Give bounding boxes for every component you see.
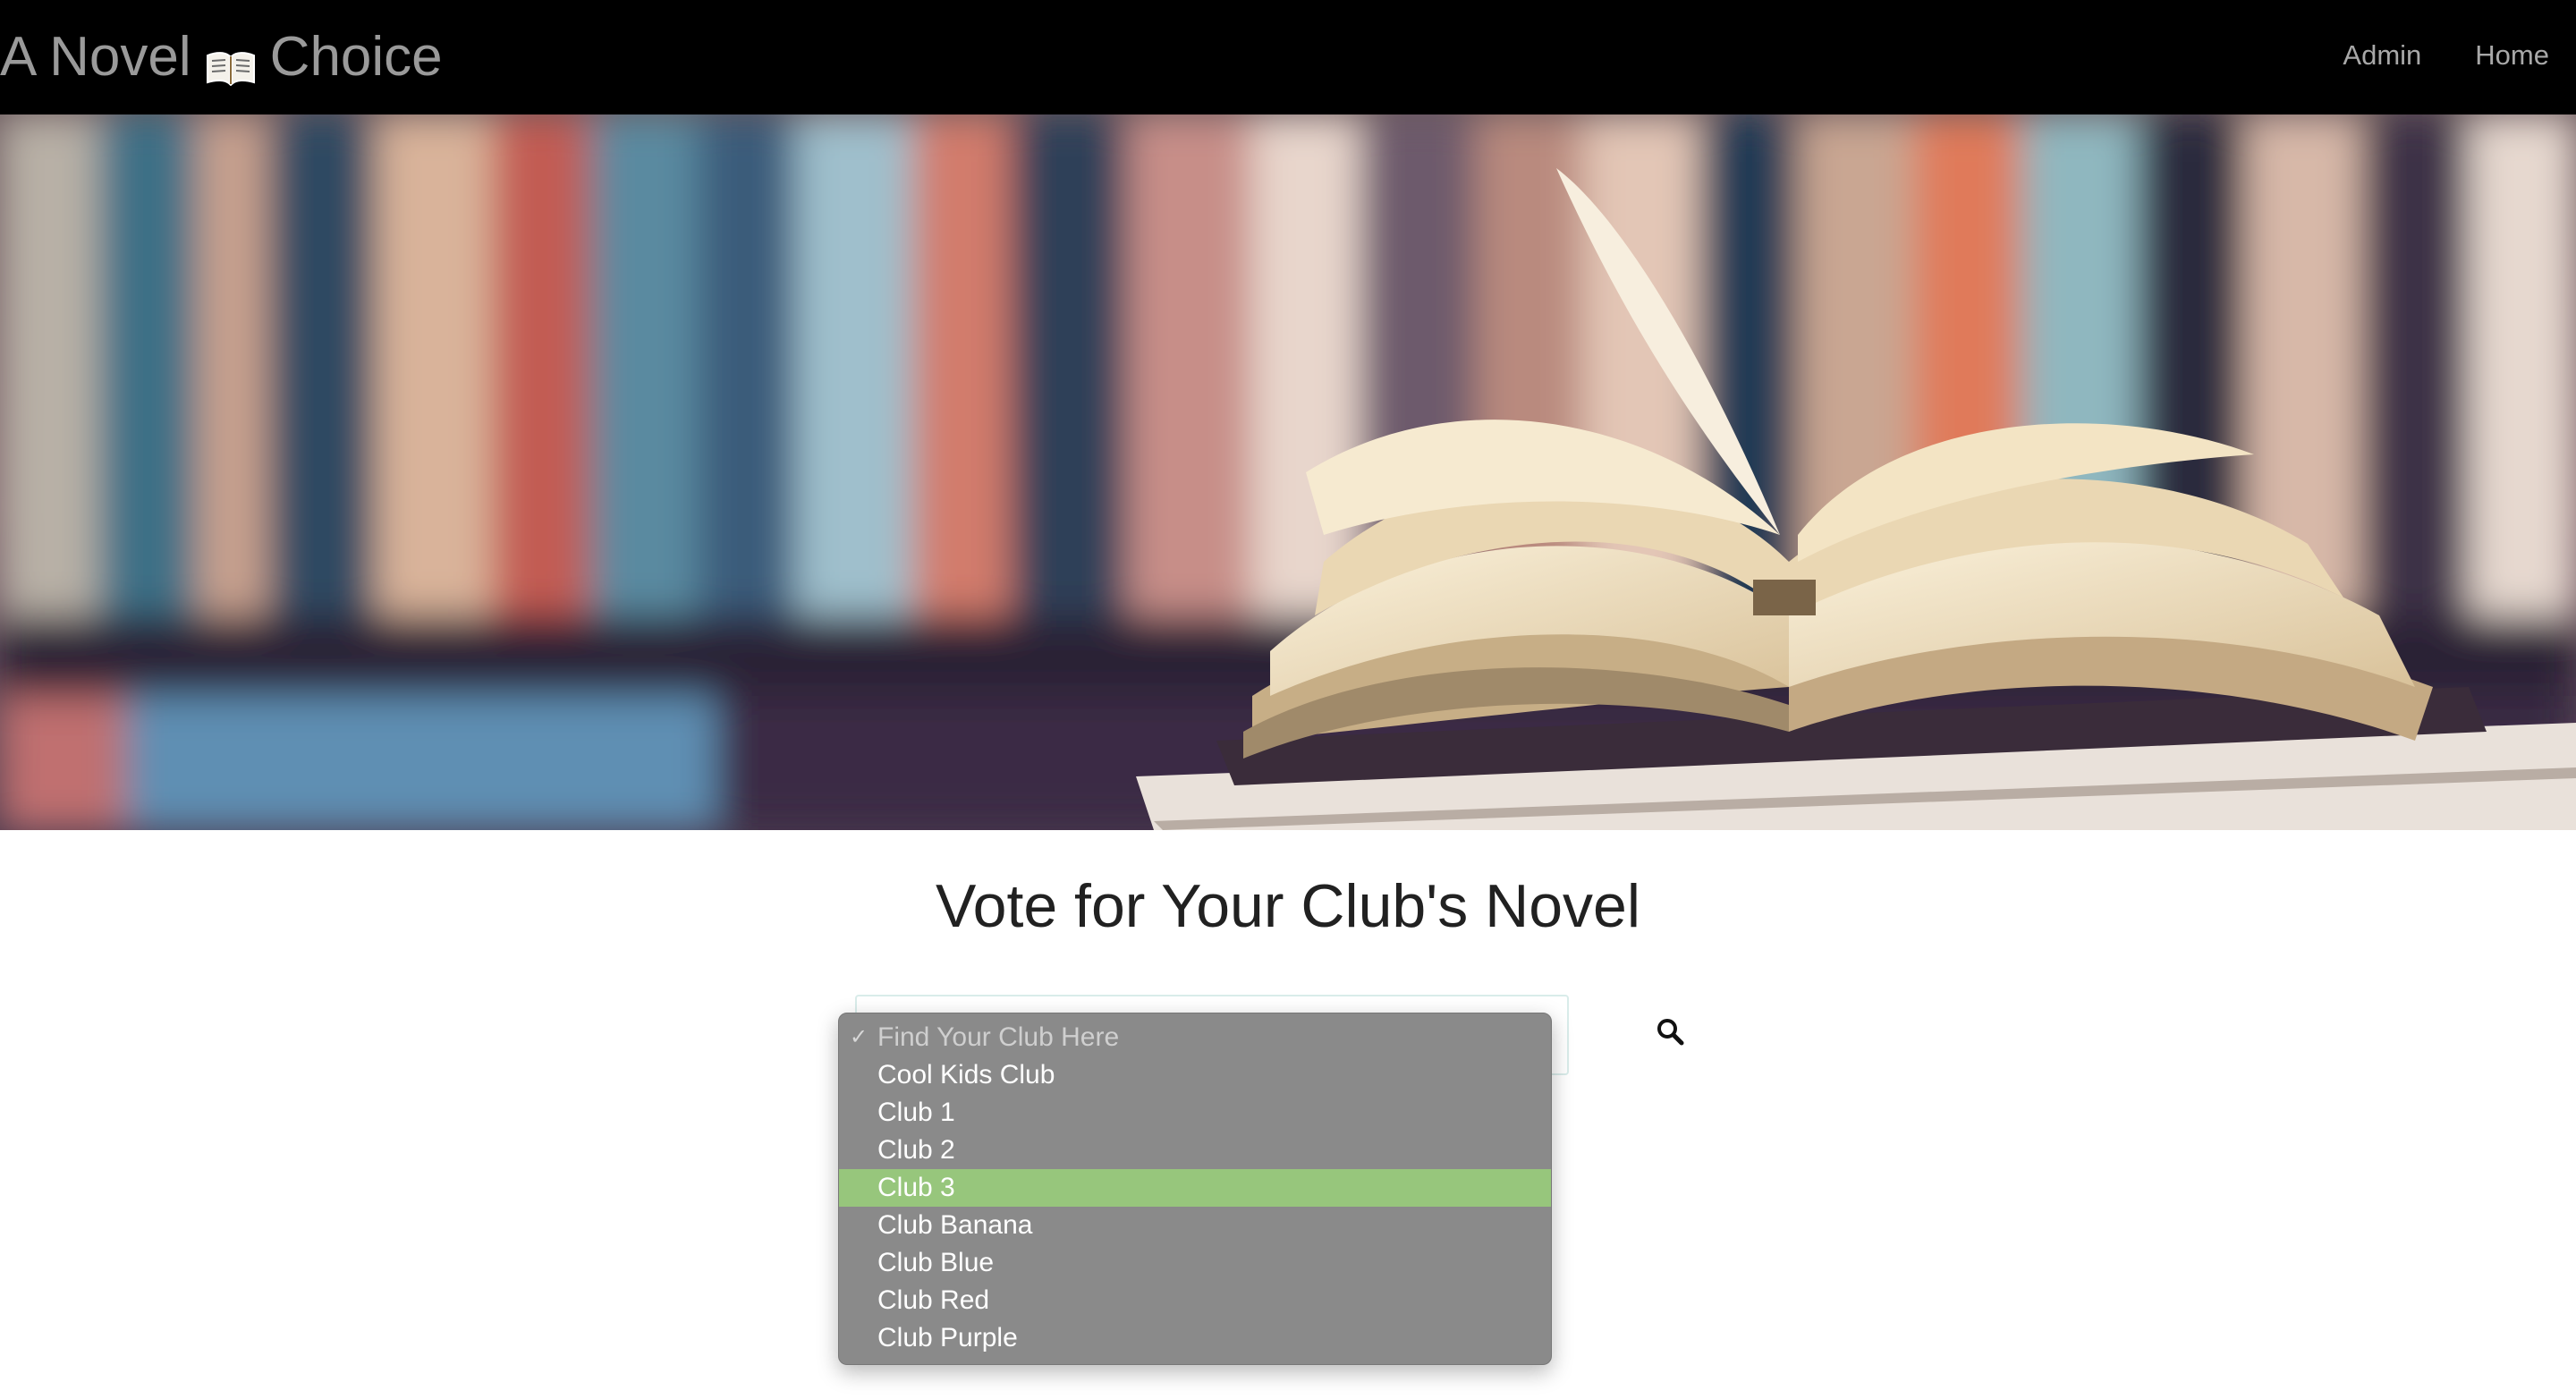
checkmark-icon: ✓ bbox=[850, 1025, 869, 1049]
option-cool-kids-club[interactable]: Cool Kids Club bbox=[839, 1056, 1551, 1094]
option-club-red[interactable]: Club Red bbox=[839, 1282, 1551, 1319]
option-placeholder[interactable]: ✓ Find Your Club Here bbox=[839, 1019, 1551, 1056]
option-club-purple[interactable]: Club Purple bbox=[839, 1319, 1551, 1357]
nav-admin-link[interactable]: Admin bbox=[2343, 39, 2421, 72]
option-club-banana[interactable]: Club Banana bbox=[839, 1207, 1551, 1244]
brand-logo[interactable]: A Novel Choice bbox=[0, 23, 443, 91]
club-dropdown-list: ✓ Find Your Club Here Cool Kids Club Clu… bbox=[838, 1013, 1552, 1365]
option-label: Club 2 bbox=[877, 1135, 955, 1165]
nav-home-link[interactable]: Home bbox=[2475, 39, 2549, 72]
option-label: Club 3 bbox=[877, 1173, 955, 1202]
search-button[interactable] bbox=[1651, 1013, 1690, 1052]
option-label: Club 1 bbox=[877, 1098, 955, 1127]
option-club-2[interactable]: Club 2 bbox=[839, 1132, 1551, 1169]
brand-text-left: A Novel bbox=[0, 26, 191, 88]
option-label: Club Red bbox=[877, 1285, 990, 1315]
option-label: Cool Kids Club bbox=[877, 1060, 1055, 1090]
hero-banner-image bbox=[0, 114, 2576, 830]
option-club-blue[interactable]: Club Blue bbox=[839, 1244, 1551, 1282]
option-club-3[interactable]: Club 3 bbox=[839, 1169, 1551, 1207]
option-label: Club Purple bbox=[877, 1323, 1018, 1352]
top-navbar: A Novel Choice Admin Home bbox=[0, 0, 2576, 114]
option-label: Find Your Club Here bbox=[877, 1022, 1120, 1052]
nav-links: Admin Home bbox=[2343, 39, 2549, 72]
magnifier-icon bbox=[1657, 1019, 1684, 1046]
page-title: Vote for Your Club's Novel bbox=[936, 872, 1640, 940]
option-label: Club Banana bbox=[877, 1210, 1033, 1240]
option-label: Club Blue bbox=[877, 1248, 995, 1277]
open-book-icon bbox=[206, 34, 256, 87]
brand-text-right: Choice bbox=[269, 26, 443, 88]
option-club-1[interactable]: Club 1 bbox=[839, 1094, 1551, 1132]
